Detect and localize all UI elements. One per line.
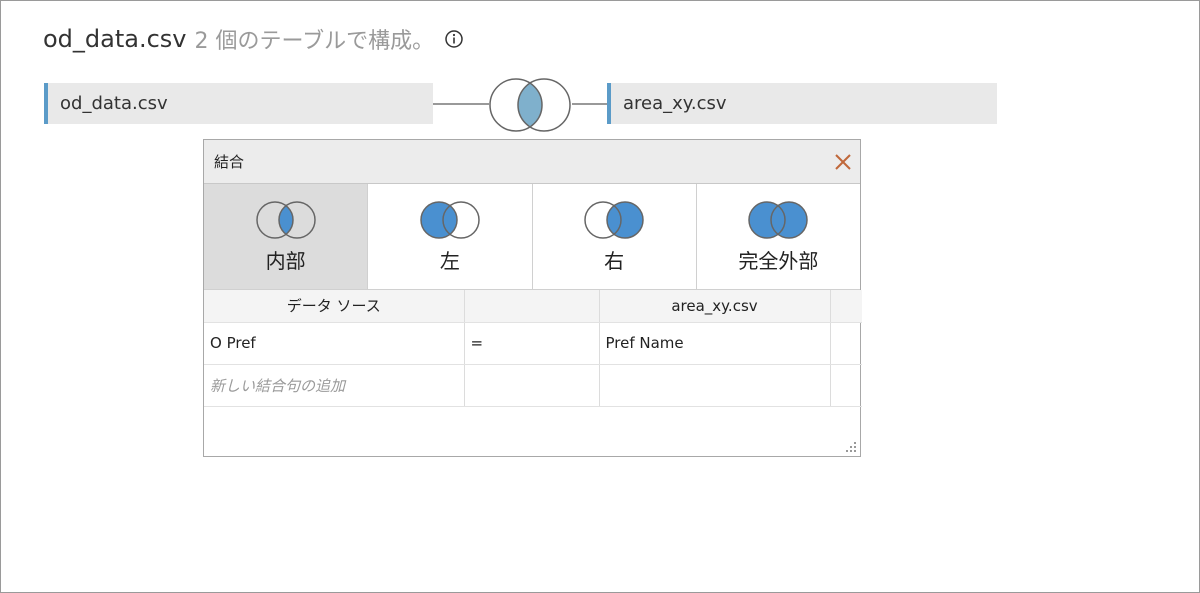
info-icon[interactable] bbox=[444, 29, 464, 49]
right-table-name: area_xy.csv bbox=[623, 93, 727, 114]
right-column-header: area_xy.csv bbox=[599, 290, 831, 323]
join-type-inner[interactable]: 内部 bbox=[204, 184, 369, 289]
right-table-tile[interactable]: area_xy.csv bbox=[607, 83, 997, 124]
join-type-label: 内部 bbox=[265, 249, 306, 273]
join-link-right bbox=[572, 103, 608, 105]
inner-join-venn-icon[interactable] bbox=[487, 76, 573, 134]
left-table-tile[interactable]: od_data.csv bbox=[44, 83, 433, 124]
resize-grip-icon[interactable] bbox=[845, 441, 857, 453]
empty-cell bbox=[599, 364, 831, 407]
join-type-right[interactable]: 右 bbox=[532, 184, 697, 289]
left-join-icon bbox=[420, 201, 480, 239]
add-join-clause[interactable]: 新しい結合句の追加 bbox=[204, 364, 465, 407]
join-type-full-outer[interactable]: 完全外部 bbox=[696, 184, 860, 289]
row-spacer bbox=[830, 322, 862, 365]
empty-cell bbox=[464, 364, 600, 407]
join-link-left bbox=[433, 103, 489, 105]
add-clause-row[interactable]: 新しい結合句の追加 bbox=[204, 364, 862, 407]
close-icon[interactable] bbox=[834, 153, 852, 171]
join-type-left[interactable]: 左 bbox=[368, 184, 533, 289]
datasource-name[interactable]: od_data.csv bbox=[43, 25, 187, 53]
inner-join-icon bbox=[255, 201, 316, 239]
join-type-label: 完全外部 bbox=[738, 249, 819, 273]
join-dialog-header: 結合 bbox=[204, 140, 860, 184]
operator-column-header bbox=[464, 290, 600, 323]
join-type-label: 右 bbox=[604, 249, 625, 273]
datasource-subtitle: 2 個のテーブルで構成。 bbox=[194, 29, 435, 54]
row-spacer bbox=[830, 364, 862, 407]
join-dialog-title: 結合 bbox=[214, 153, 245, 171]
join-clause-header-row: データ ソース area_xy.csv bbox=[204, 290, 862, 323]
join-operator[interactable]: = bbox=[464, 322, 600, 365]
join-dialog: 結合 内部 左 右 完全外部 データ ソース area_xy.csv O Pre… bbox=[203, 139, 862, 457]
join-clause-table: データ ソース area_xy.csv O Pref = Pref Name 新… bbox=[204, 290, 862, 407]
header-spacer bbox=[830, 290, 862, 323]
datasource-title-row: od_data.csv 2 個のテーブルで構成。 bbox=[43, 23, 464, 55]
data-source-canvas: od_data.csv 2 個のテーブルで構成。 od_data.csv are… bbox=[0, 0, 1200, 593]
left-field[interactable]: O Pref bbox=[204, 322, 465, 365]
right-field[interactable]: Pref Name bbox=[599, 322, 831, 365]
left-column-header: データ ソース bbox=[204, 290, 465, 323]
join-type-label: 左 bbox=[439, 249, 460, 273]
right-join-icon bbox=[584, 201, 644, 239]
join-clause-row[interactable]: O Pref = Pref Name bbox=[204, 322, 862, 365]
left-table-name: od_data.csv bbox=[60, 93, 168, 114]
join-type-selector: 内部 左 右 完全外部 bbox=[204, 184, 860, 290]
full-outer-join-icon bbox=[748, 201, 809, 239]
